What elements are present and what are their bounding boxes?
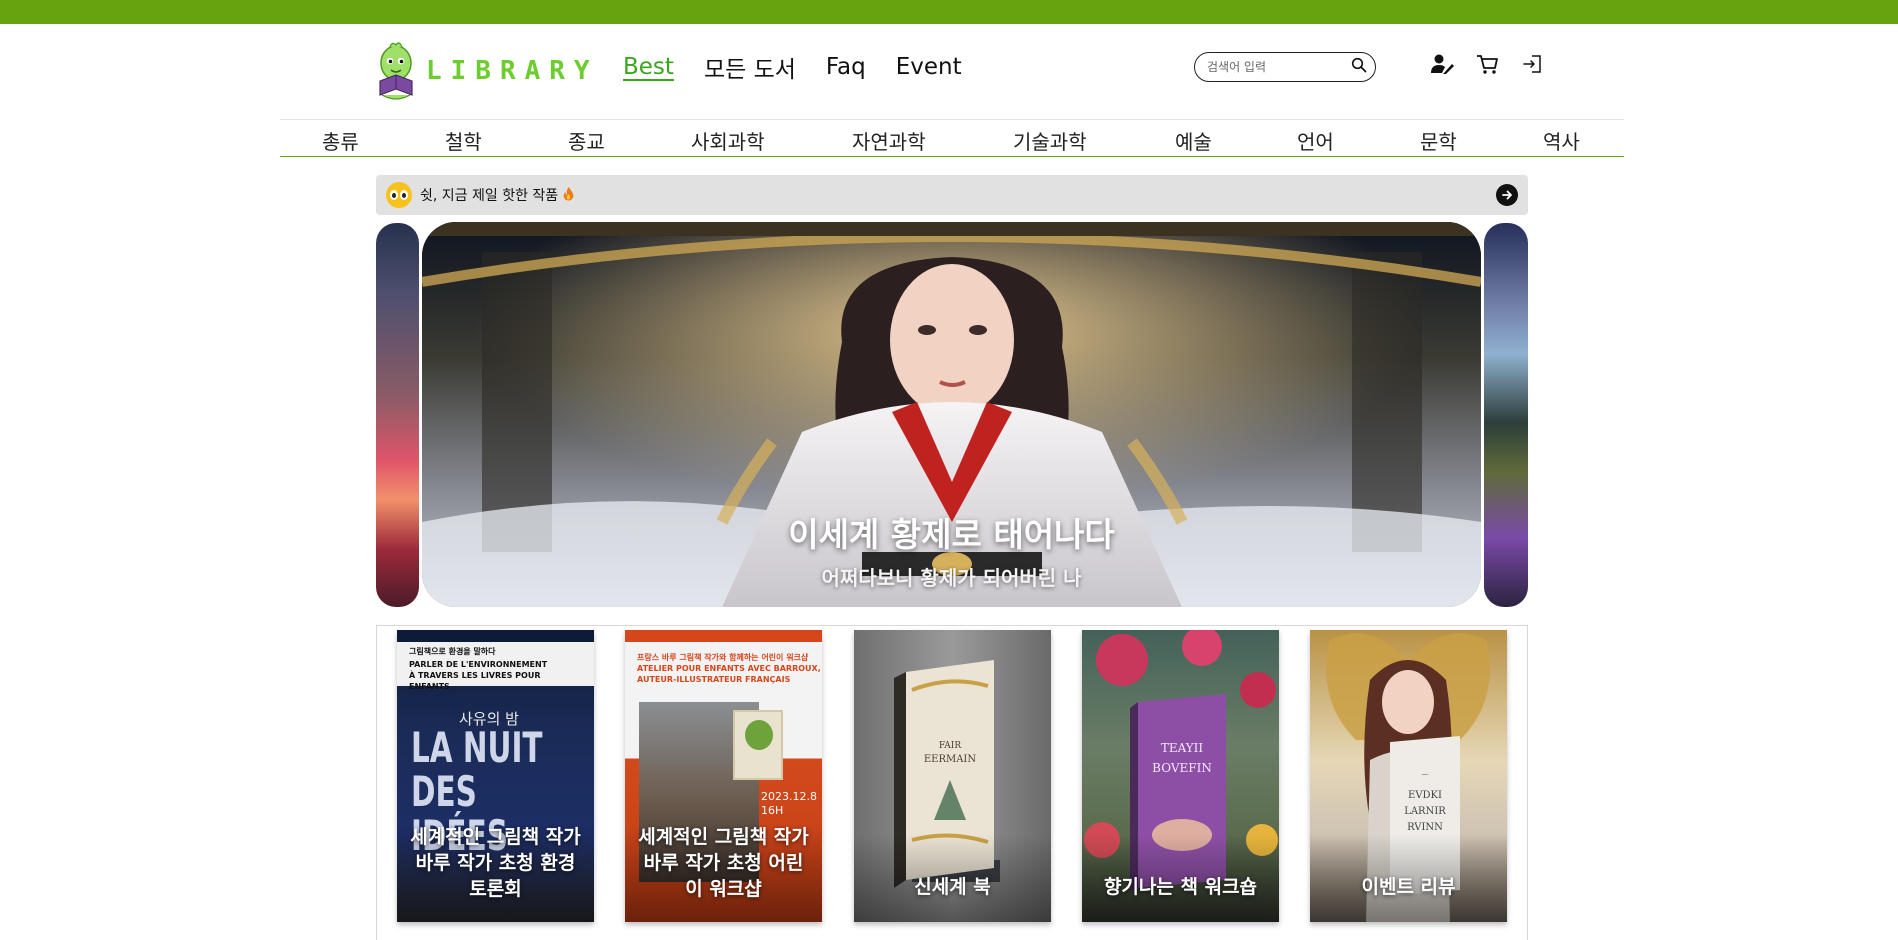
eyes-icon [386, 182, 412, 208]
search-box [1194, 52, 1376, 82]
poster-header-line: AUTEUR-ILLUSTRATEUR FRANÇAIS [637, 675, 791, 684]
poster-date-line: 2023.12.8 [761, 790, 817, 803]
event-card-label: 세계적인 그림책 작가 바루 작가 초청 환경 토론회 [397, 824, 594, 922]
nav-all-books[interactable]: 모든 도서 [704, 50, 796, 84]
category-item[interactable]: 기술과학 [1013, 126, 1087, 155]
cart-icon[interactable] [1475, 52, 1499, 76]
category-item[interactable]: 언어 [1297, 126, 1334, 155]
top-accent-bar [0, 0, 1898, 24]
category-bar: 총류 철학 종교 사회과학 자연과학 기술과학 예술 언어 문학 역사 [280, 119, 1624, 157]
hot-banner[interactable]: 쉿, 지금 제일 핫한 작품 [376, 175, 1528, 215]
header-icons [1430, 52, 1544, 76]
category-item[interactable]: 역사 [1543, 126, 1580, 155]
poster-date: 2023.12.8 16H [761, 790, 817, 818]
event-card-label: 향기나는 책 워크숍 [1082, 834, 1279, 922]
category-item[interactable]: 총류 [322, 126, 359, 155]
poster-header: 프랑스 바루 그림책 작가와 함께하는 어린이 워크샵 ATELIER POUR… [637, 652, 821, 685]
event-card-label: 세계적인 그림책 작가 바루 작가 초청 어린이 워크샵 [625, 824, 822, 922]
category-item[interactable]: 철학 [445, 126, 482, 155]
nav-faq[interactable]: Faq [826, 54, 866, 80]
category-item[interactable]: 종교 [568, 126, 605, 155]
event-card[interactable]: TEAYII BOVEFIN 향기나는 책 워크숍 [1082, 630, 1279, 922]
nav-event[interactable]: Event [896, 54, 962, 80]
poster-header-line: À TRAVERS LES LIVRES POUR ENFANTS [409, 671, 541, 691]
user-edit-icon[interactable] [1430, 52, 1454, 76]
poster-header-line: 그림책으로 환경을 말하다 [409, 647, 496, 656]
hero-subtitle: 어쩌다보니 황제가 되어버린 나 [821, 566, 1082, 590]
event-card[interactable]: 그림책으로 환경을 말하다 PARLER DE L'ENVIRONNEMENT … [397, 630, 594, 922]
login-icon[interactable] [1520, 52, 1544, 76]
search-icon[interactable] [1351, 57, 1367, 77]
event-card-label: 신세계 북 [854, 834, 1051, 922]
hot-banner-text: 쉿, 지금 제일 핫한 작품 [420, 188, 559, 204]
nav-best[interactable]: Best [623, 54, 674, 80]
main-nav: Best 모든 도서 Faq Event [623, 50, 962, 84]
poster-header-line: PARLER DE L'ENVIRONNEMENT [409, 660, 548, 669]
book-title-line: BOVEFIN [1152, 761, 1212, 775]
search-input[interactable] [1207, 60, 1351, 74]
category-item[interactable]: 자연과학 [852, 126, 926, 155]
book-title-line: LARNIR [1404, 806, 1446, 817]
poster-date-line: 16H [761, 804, 784, 817]
category-item[interactable]: 사회과학 [691, 126, 765, 155]
arrow-right-icon[interactable] [1496, 184, 1518, 206]
book-title-line: RVINN [1407, 822, 1443, 833]
tree-illustration-icon [733, 710, 783, 780]
category-item[interactable]: 문학 [1420, 126, 1457, 155]
book-title-line: FAIR [939, 741, 962, 751]
hero-slide[interactable]: 이세계 황제로 태어나다 어쩌다보니 황제가 되어버린 나 [422, 222, 1481, 607]
carousel-prev-slide[interactable] [376, 223, 419, 607]
logo-text: LIBRARY [426, 56, 599, 86]
poster-header-line: 프랑스 바루 그림책 작가와 함께하는 어린이 워크샵 [637, 653, 809, 662]
fire-icon [562, 186, 575, 205]
poster-header-line: ATELIER POUR ENFANTS AVEC BARROUX, [637, 664, 821, 673]
event-card[interactable]: FAIR EERMAIN 신세계 북 [854, 630, 1051, 922]
event-cards: 그림책으로 환경을 말하다 PARLER DE L'ENVIRONNEMENT … [376, 625, 1528, 940]
logo-mascot-icon [374, 41, 418, 101]
poster-header: 그림책으로 환경을 말하다 PARLER DE L'ENVIRONNEMENT … [397, 630, 594, 691]
logo[interactable]: LIBRARY [374, 40, 599, 102]
category-item[interactable]: 예술 [1175, 126, 1212, 155]
svg-text:—: — [1422, 770, 1429, 778]
book-title-line: EERMAIN [924, 754, 977, 765]
book-title-line: EVDKI [1408, 790, 1442, 801]
event-card-label: 이벤트 리뷰 [1310, 834, 1507, 922]
poster-big-line: LA NUIT [411, 723, 543, 772]
event-card[interactable]: — EVDKI LARNIR RVINN 이벤트 리뷰 [1310, 630, 1507, 922]
hero-title: 이세계 황제로 태어나다 [788, 515, 1115, 554]
event-card[interactable]: 프랑스 바루 그림책 작가와 함께하는 어린이 워크샵 ATELIER POUR… [625, 630, 822, 922]
book-title-line: TEAYII [1161, 741, 1204, 755]
carousel-next-slide[interactable] [1484, 223, 1528, 607]
poster-top-bar [625, 630, 822, 642]
